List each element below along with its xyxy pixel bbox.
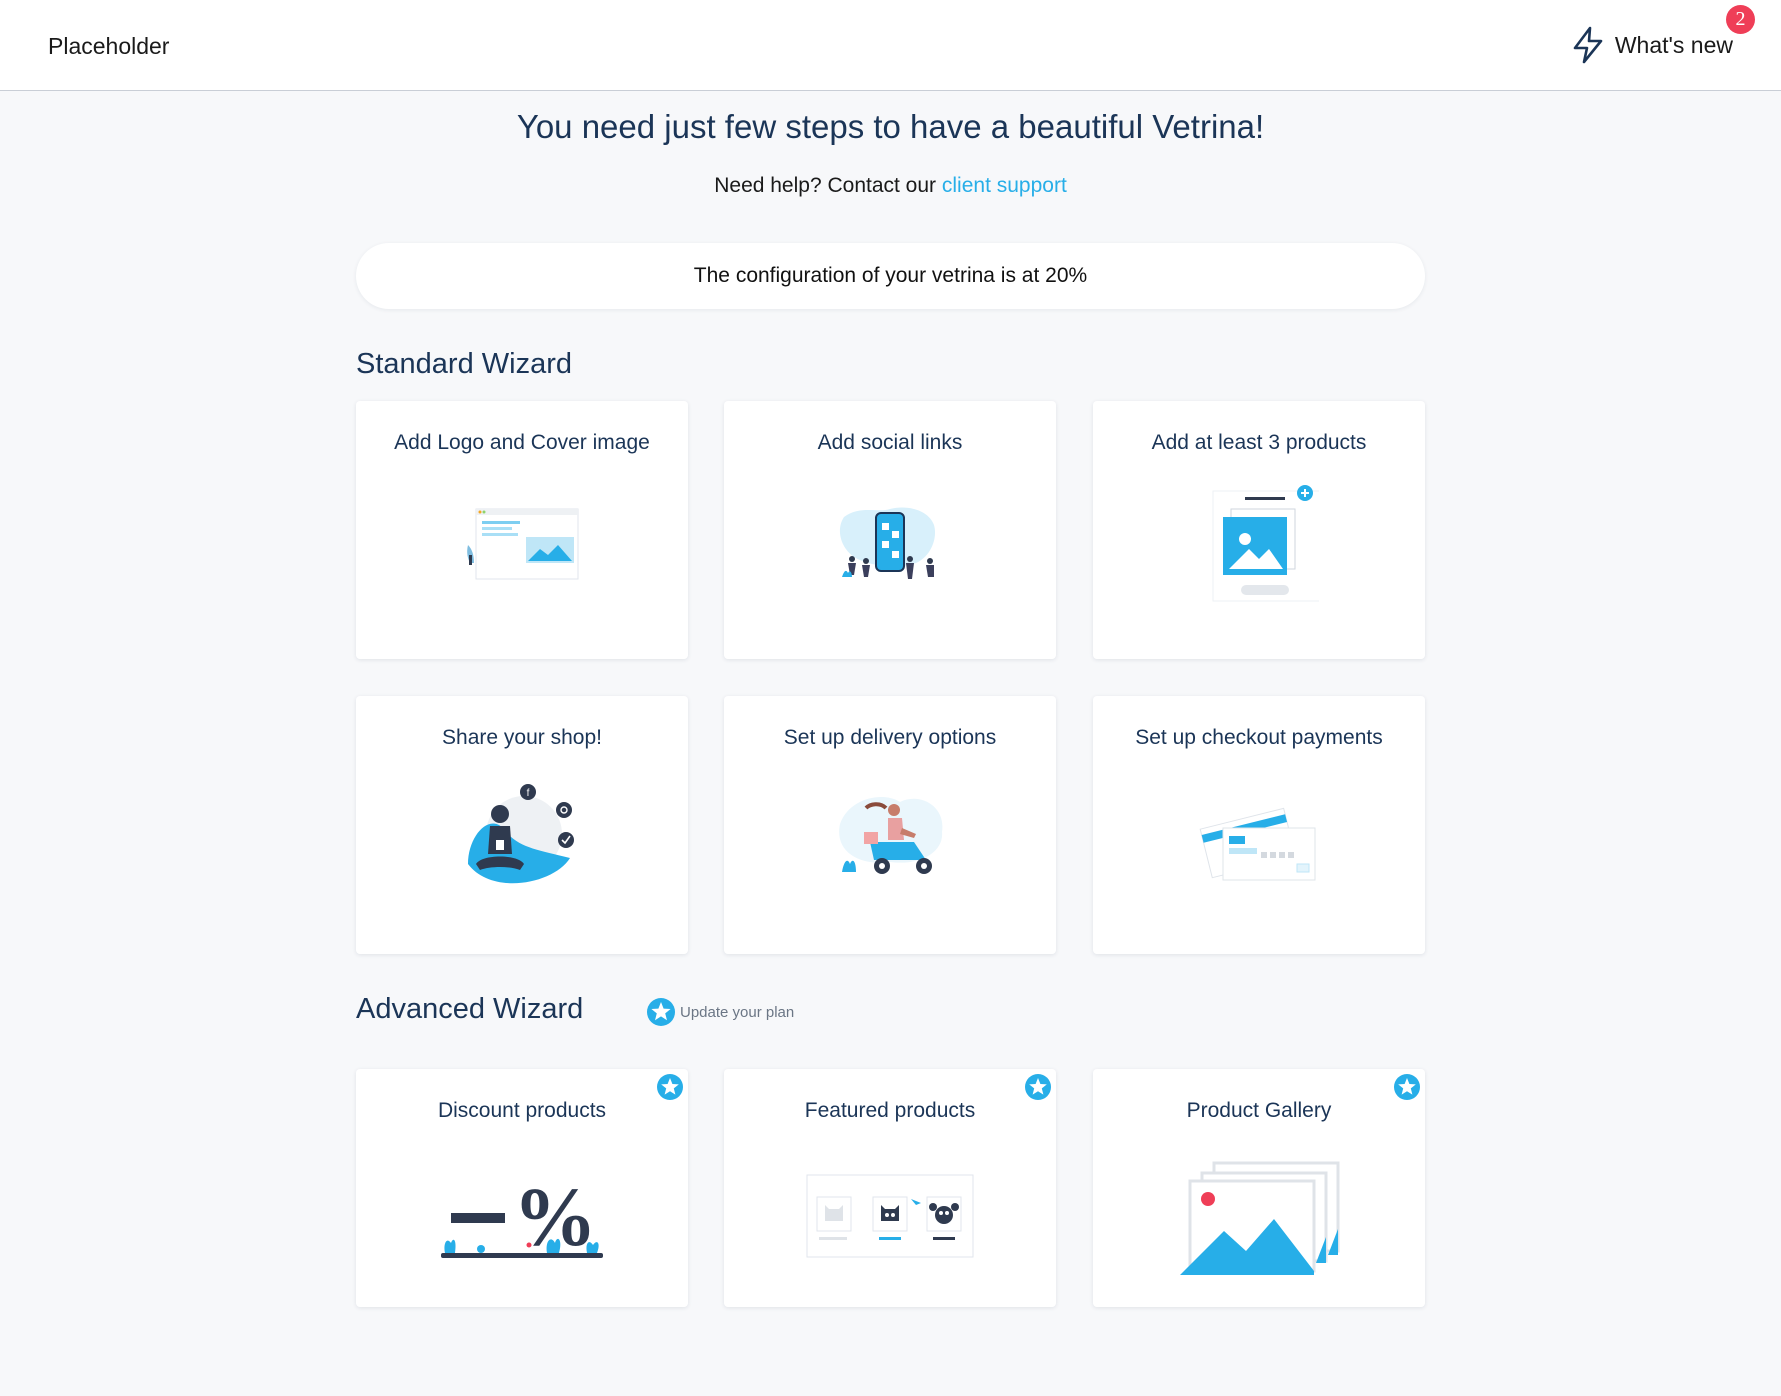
discount-illustration: % (441, 1173, 603, 1264)
card-product-gallery[interactable]: Product Gallery (1093, 1069, 1425, 1307)
delivery-illustration (839, 797, 943, 874)
brand-name: Placeholder (48, 33, 170, 59)
premium-star-icon (657, 1074, 683, 1100)
card-title: Discount products (437, 1099, 607, 1122)
card-title: Set up delivery options (783, 726, 997, 749)
update-plan-button[interactable]: Update your plan (646, 997, 794, 1027)
help-text: Need help? Contact our client support (0, 174, 1781, 198)
card-discount-products[interactable]: Discount products % (356, 1069, 688, 1307)
featured-products-illustration (806, 1174, 974, 1258)
card-title: Add at least 3 products (1151, 431, 1367, 454)
card-title: Product Gallery (1186, 1099, 1332, 1122)
top-bar: Placeholder What's new 2 (0, 0, 1781, 91)
configuration-progress: The configuration of your vetrina is at … (356, 243, 1425, 309)
lightning-icon (1573, 26, 1603, 64)
whats-new-button[interactable]: What's new 2 (1571, 5, 1755, 64)
card-title: Add Logo and Cover image (394, 431, 650, 454)
card-title: Add social links (817, 431, 963, 454)
update-plan-label: Update your plan (680, 1003, 795, 1021)
card-checkout-payments[interactable]: Set up checkout payments (1093, 696, 1425, 954)
client-support-link[interactable]: client support (942, 174, 1067, 197)
star-icon (647, 998, 675, 1026)
premium-star-icon (1394, 1074, 1420, 1100)
svg-text:f: f (527, 788, 530, 799)
logo-cover-illustration (467, 508, 579, 580)
payments-illustration (1199, 807, 1316, 881)
whats-new-label: What's new (1614, 31, 1733, 58)
standard-wizard-title: Standard Wizard (356, 348, 572, 380)
progress-text: The configuration of your vetrina is at … (693, 264, 1088, 287)
card-delivery-options[interactable]: Set up delivery options (724, 696, 1056, 954)
card-title: Featured products (804, 1099, 976, 1122)
card-title: Share your shop! (442, 726, 602, 749)
advanced-wizard-title: Advanced Wizard (356, 993, 584, 1025)
card-featured-products[interactable]: Featured products (724, 1069, 1056, 1307)
gallery-illustration (1180, 1161, 1340, 1275)
card-add-products[interactable]: Add at least 3 products (1093, 401, 1425, 659)
page-headline: You need just few steps to have a beauti… (516, 108, 1265, 145)
card-add-social-links[interactable]: Add social links (724, 401, 1056, 659)
notification-badge: 2 (1726, 5, 1755, 34)
card-share-shop[interactable]: Share your shop! f (356, 696, 688, 954)
card-add-logo-cover[interactable]: Add Logo and Cover image (356, 401, 688, 659)
help-prefix: Need help? Contact our (714, 174, 942, 197)
premium-star-icon (1025, 1074, 1051, 1100)
card-title: Set up checkout payments (1135, 726, 1383, 749)
add-products-illustration (1212, 485, 1319, 602)
share-shop-illustration: f (468, 784, 574, 884)
